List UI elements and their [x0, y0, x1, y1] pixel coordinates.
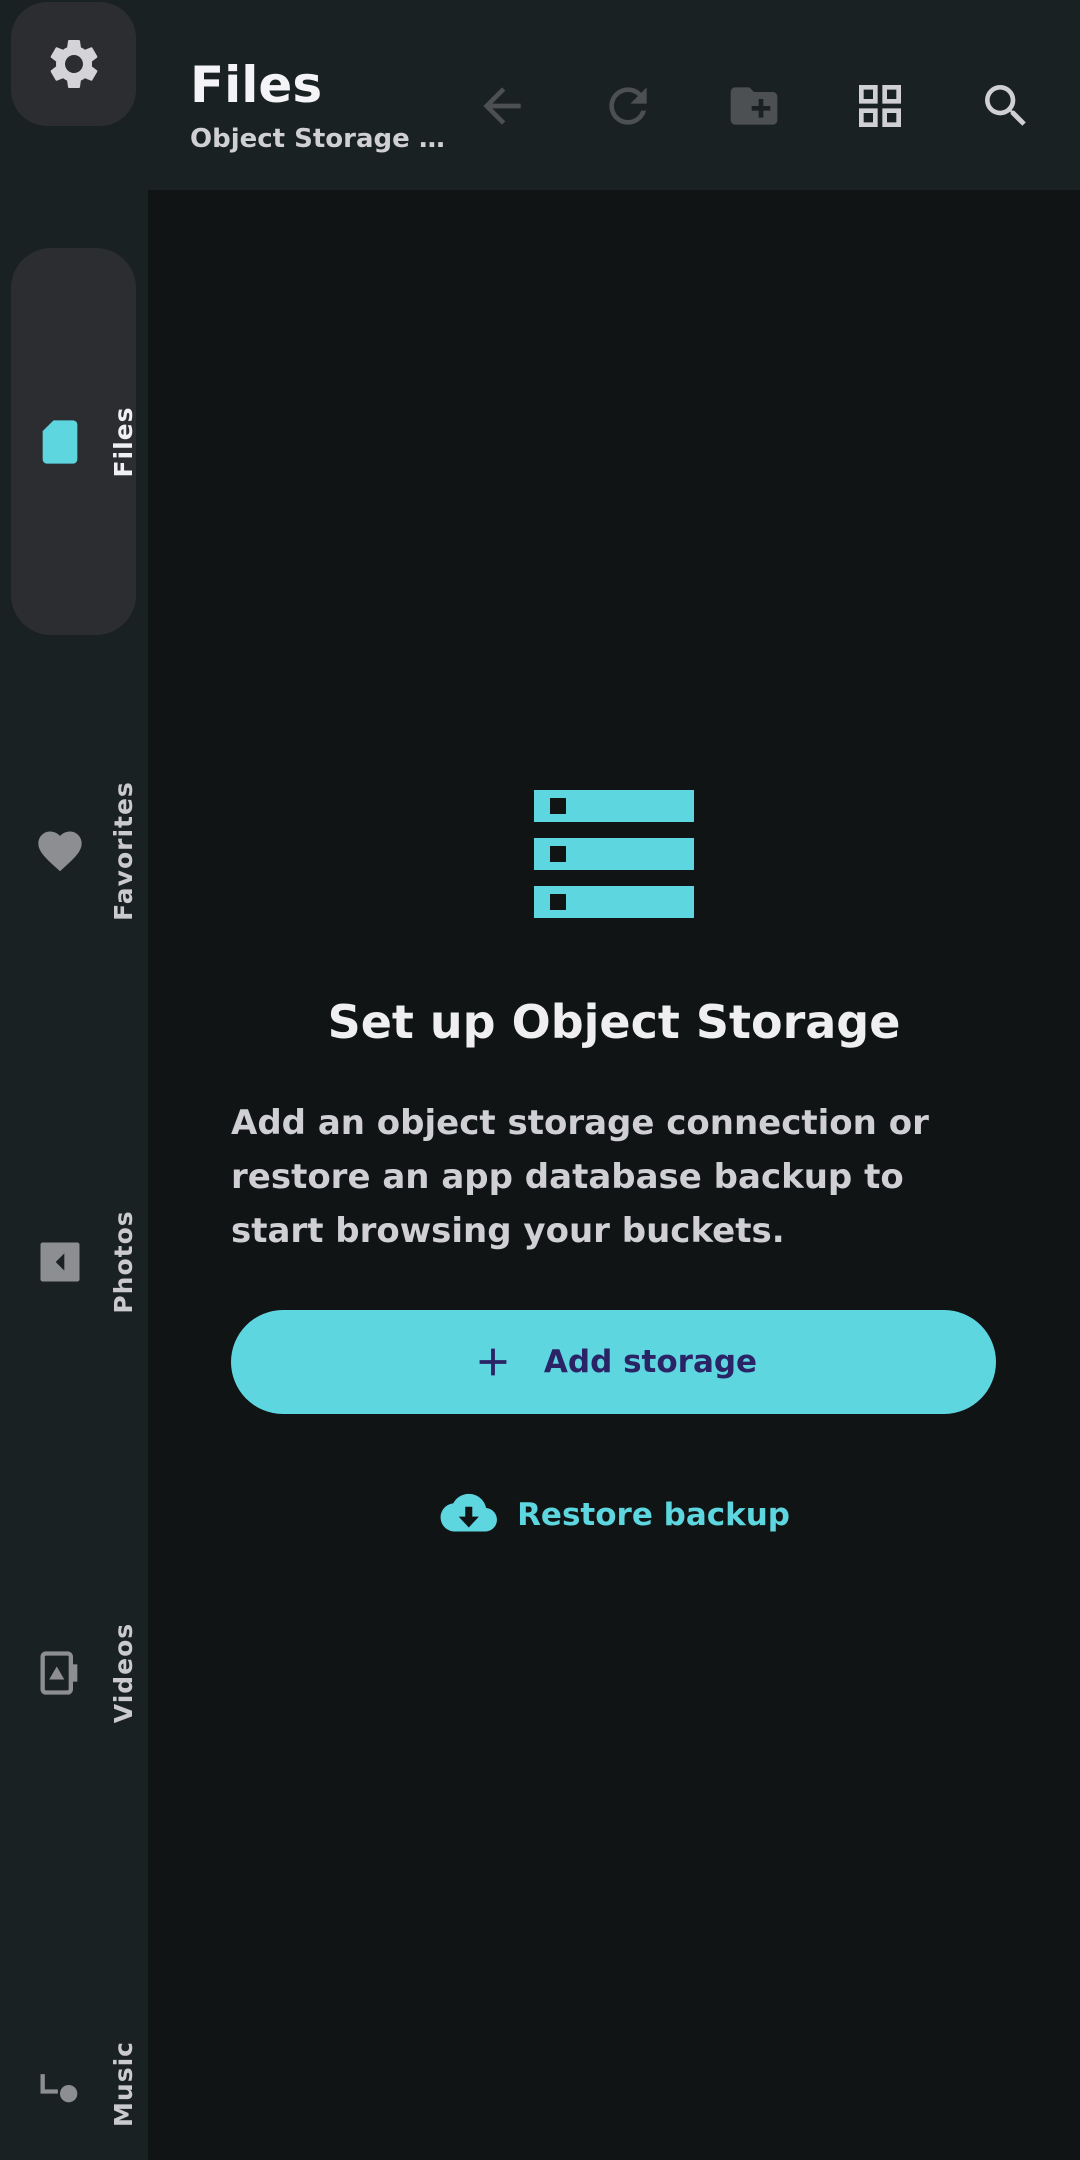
search-button[interactable]	[970, 70, 1042, 142]
grid-view-icon	[859, 85, 901, 127]
sidebar-item-photos[interactable]: Photos	[11, 1110, 138, 1410]
sidebar-item-music[interactable]: Music	[11, 1930, 138, 2160]
add-storage-label: Add storage	[543, 1344, 758, 1380]
sidebar-item-label: Videos	[108, 1622, 138, 1724]
sidebar-item-label: Favorites	[108, 781, 138, 921]
refresh-icon	[609, 87, 647, 125]
plus-icon	[479, 1348, 507, 1376]
settings-button[interactable]	[11, 2, 136, 126]
nav-icon-wrap	[25, 1638, 95, 1708]
folder-plus-icon	[730, 87, 778, 125]
sidebar-item-label: Music	[108, 2041, 138, 2127]
back-button[interactable]	[466, 70, 538, 142]
sidebar-item-favorites[interactable]: Favorites	[11, 700, 138, 1000]
navigation-rail: Files Favorites Photos Videos Music	[0, 0, 148, 2160]
sidebar-item-label: Photos	[108, 1210, 138, 1314]
sd-card-icon	[42, 420, 78, 464]
music-note-icon	[40, 2074, 78, 2103]
nav-icon-wrap	[25, 816, 95, 886]
sidebar-item-files[interactable]: Files	[11, 248, 138, 635]
empty-state-description: Add an object storage connection or rest…	[231, 1103, 929, 1251]
heart-icon	[38, 831, 82, 872]
app-window: Files Favorites Photos Videos Music File…	[0, 0, 1080, 2160]
page-subtitle: Object Storage …	[190, 124, 445, 154]
nav-icon-wrap	[25, 407, 95, 477]
nav-icon-wrap	[25, 1227, 95, 1297]
nav-icon-wrap	[25, 2050, 95, 2120]
top-app-bar: Files Object Storage …	[148, 0, 1080, 190]
gear-icon	[50, 39, 97, 88]
video-icon	[40, 1651, 78, 1695]
new-folder-button[interactable]	[718, 70, 790, 142]
search-icon	[985, 85, 1026, 126]
empty-state-title: Set up Object Storage	[327, 995, 901, 1049]
cloud-download-icon	[440, 1493, 497, 1532]
refresh-button[interactable]	[592, 70, 664, 142]
sidebar-item-label: Files	[108, 406, 138, 478]
restore-backup-button[interactable]: Restore backup	[438, 1470, 790, 1560]
grid-view-button[interactable]	[844, 70, 916, 142]
page-title: Files	[190, 56, 323, 114]
main-content: Set up Object Storage Add an object stor…	[148, 190, 1080, 2160]
photo-icon	[40, 1242, 80, 1282]
server-icon	[534, 790, 694, 918]
arrow-left-icon	[483, 87, 521, 125]
add-storage-button[interactable]: Add storage	[231, 1310, 996, 1414]
sidebar-item-videos[interactable]: Videos	[11, 1520, 138, 1820]
restore-backup-label: Restore backup	[517, 1497, 790, 1533]
